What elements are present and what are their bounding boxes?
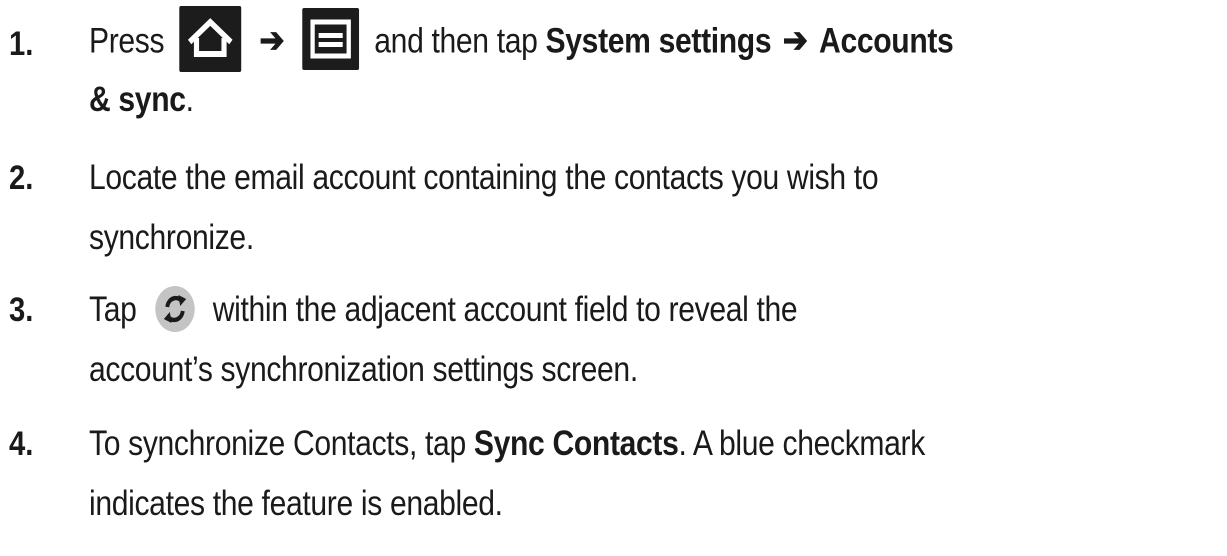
step-number: 4. bbox=[9, 425, 34, 463]
home-icon bbox=[179, 6, 242, 72]
sync-icon bbox=[154, 285, 195, 332]
accounts-text: Accounts bbox=[819, 21, 954, 61]
tap-text: Tap bbox=[89, 290, 137, 329]
step-3-rest-text: within the adjacent account field to rev… bbox=[212, 290, 798, 329]
step-number: 3. bbox=[9, 291, 34, 329]
step-line: indicates the feature is enabled. bbox=[89, 484, 503, 523]
menu-icon bbox=[302, 8, 360, 70]
step-text: Locate the email account containing the … bbox=[89, 148, 1066, 268]
step-line: Press ➔ and then tap System settings ➔ A… bbox=[89, 6, 1066, 72]
arrow-icon: ➔ bbox=[782, 21, 808, 61]
step-line: Locate the email account containing the … bbox=[89, 158, 879, 197]
step-text: To synchronize Contacts, tap Sync Contac… bbox=[89, 414, 1066, 534]
sync-text: & sync bbox=[89, 80, 186, 119]
step-4-after-text: . A blue checkmark bbox=[678, 424, 925, 463]
system-settings-text: System settings bbox=[545, 21, 772, 61]
press-text: Press bbox=[89, 21, 165, 61]
step-line: synchronize. bbox=[89, 218, 254, 257]
step-text: Press ➔ and then tap System settings ➔ A… bbox=[89, 6, 1066, 130]
step-line: & sync. bbox=[89, 70, 1066, 130]
step-line: Tap within the adjacent account field to… bbox=[89, 280, 1066, 340]
sync-contacts-text: Sync Contacts bbox=[473, 424, 679, 463]
step-text: Tap within the adjacent account field to… bbox=[89, 280, 1066, 400]
and-then-text: and then tap bbox=[374, 21, 538, 61]
step-number: 2. bbox=[9, 159, 34, 197]
step-line: account’s synchronization settings scree… bbox=[89, 350, 638, 389]
step-line: To synchronize Contacts, tap Sync Contac… bbox=[89, 414, 1066, 474]
arrow-icon: ➔ bbox=[259, 21, 285, 61]
period-text: . bbox=[185, 80, 194, 119]
step-number: 1. bbox=[9, 25, 34, 63]
step-4-before-text: To synchronize Contacts, tap bbox=[89, 424, 466, 463]
